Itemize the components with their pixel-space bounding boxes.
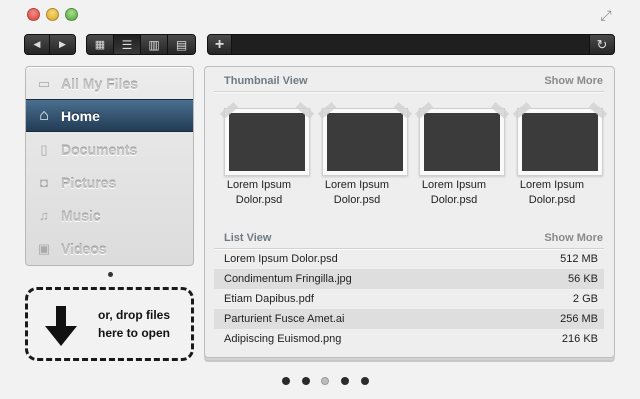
thumbnail-show-more-link[interactable]: Show More — [520, 75, 603, 87]
refresh-icon[interactable]: ↻ — [590, 35, 614, 54]
home-icon: ⌂ — [39, 106, 49, 124]
list-item[interactable]: Parturient Fusce Amet.ai 256 MB — [214, 309, 604, 329]
sidebar-item-music[interactable]: ♫ Music — [26, 199, 193, 232]
fullscreen-arrows-icon[interactable]: ⤢ — [598, 7, 614, 23]
document-icon: ▯ — [40, 141, 48, 157]
path-field[interactable] — [232, 35, 590, 54]
file-name: Adipiscing Euismod.png — [224, 333, 342, 345]
photo-placeholder — [327, 113, 403, 171]
photo-placeholder — [522, 113, 598, 171]
file-name: Condimentum Fringilla.jpg — [224, 273, 352, 285]
back-arrow-icon[interactable]: ◀ — [25, 35, 50, 54]
thumbnail-caption-line-2: Dolor.psd — [430, 194, 478, 206]
minimize-window-button[interactable] — [46, 8, 59, 21]
view-mode-switcher: ▦ ☰ ▥ ▤ — [86, 34, 196, 55]
drop-zone-text: or, drop files here to open — [88, 306, 180, 342]
list-view-icon[interactable]: ☰ — [114, 35, 141, 54]
file-size: 512 MB — [560, 253, 598, 265]
down-arrow-icon — [45, 306, 77, 346]
column-view-icon[interactable]: ▥ — [141, 35, 168, 54]
path-bar: + ↻ — [207, 34, 615, 55]
thumbnail-image[interactable] — [414, 102, 510, 176]
film-icon: ▣ — [37, 240, 51, 256]
forward-arrow-icon[interactable]: ▶ — [50, 35, 75, 54]
drop-zone-line-1: or, drop files — [97, 308, 170, 322]
sidebar-item-label: Music — [61, 207, 101, 224]
thumbnail-view-title: Thumbnail View — [224, 75, 308, 87]
list-item[interactable]: Condimentum Fringilla.jpg 56 KB — [214, 269, 604, 289]
page-dot-2[interactable] — [302, 377, 310, 385]
list-item[interactable]: Etiam Dapibus.pdf 2 GB — [214, 289, 604, 309]
thumbnail-caption-line-1: Lorem Ipsum — [519, 179, 585, 191]
file-name: Etiam Dapibus.pdf — [224, 293, 314, 305]
thumbnail-caption-line-2: Dolor.psd — [333, 194, 381, 206]
sidebar-item-label: All My Files — [61, 75, 139, 92]
list-view-title: List View — [224, 232, 272, 244]
zoom-window-button[interactable] — [65, 8, 78, 21]
thumbnail-image[interactable] — [512, 102, 608, 176]
thumbnail-caption: Lorem Ipsum Dolor.psd — [502, 178, 602, 208]
divider — [214, 91, 604, 92]
thumbnail-image[interactable] — [317, 102, 413, 176]
coverflow-view-icon[interactable]: ▤ — [168, 35, 195, 54]
file-name: Parturient Fusce Amet.ai — [224, 313, 345, 325]
add-icon[interactable]: + — [208, 35, 232, 54]
sidebar-item-all-my-files[interactable]: ▭ All My Files — [26, 67, 193, 100]
photo-placeholder — [424, 113, 500, 171]
sidebar-item-label: Videos — [61, 240, 107, 257]
photo-placeholder — [229, 113, 305, 171]
thumbnail-caption-line-2: Dolor.psd — [528, 194, 576, 206]
list-item[interactable]: Adipiscing Euismod.png 216 KB — [214, 329, 604, 349]
music-note-icon: ♫ — [39, 208, 49, 223]
list-show-more-link[interactable]: Show More — [520, 232, 603, 244]
sidebar-item-documents[interactable]: ▯ Documents — [26, 133, 193, 166]
thumbnail-caption-line-1: Lorem Ipsum — [226, 179, 292, 191]
navigation-buttons: ◀ ▶ — [24, 34, 76, 55]
sidebar-item-label: Pictures — [61, 174, 117, 191]
thumbnail-caption: Lorem Ipsum Dolor.psd — [307, 178, 407, 208]
sidebar-item-label: Documents — [61, 141, 138, 158]
sidebar-resize-handle[interactable] — [108, 272, 113, 277]
sidebar-item-videos[interactable]: ▣ Videos — [26, 232, 193, 265]
page-dot-1[interactable] — [282, 377, 290, 385]
sidebar-item-home[interactable]: ⌂ Home — [26, 99, 193, 132]
page-dot-3-current[interactable] — [321, 377, 329, 385]
sidebar: ▭ All My Files ⌂ Home ▯ Documents ◘ Pict… — [25, 66, 194, 266]
thumbnail-caption-line-1: Lorem Ipsum — [421, 179, 487, 191]
file-size: 256 MB — [560, 313, 598, 325]
file-size: 216 KB — [561, 333, 598, 345]
file-name: Lorem Ipsum Dolor.psd — [224, 253, 338, 265]
folder-icon: ▭ — [37, 75, 51, 91]
sidebar-item-label: Home — [61, 107, 100, 124]
thumbnail-caption-line-2: Dolor.psd — [235, 194, 283, 206]
close-window-button[interactable] — [27, 8, 40, 21]
list-item[interactable]: Lorem Ipsum Dolor.psd 512 MB — [214, 249, 604, 269]
file-size: 2 GB — [572, 293, 598, 305]
thumbnail-image[interactable] — [219, 102, 315, 176]
drop-zone-line-2: here to open — [97, 326, 170, 340]
camera-icon: ◘ — [40, 175, 48, 190]
thumbnail-caption: Lorem Ipsum Dolor.psd — [404, 178, 504, 208]
thumbnail-caption-line-1: Lorem Ipsum — [324, 179, 390, 191]
sidebar-item-pictures[interactable]: ◘ Pictures — [26, 166, 193, 199]
file-size: 56 KB — [568, 273, 598, 285]
page-dot-4[interactable] — [341, 377, 349, 385]
thumbnail-caption: Lorem Ipsum Dolor.psd — [209, 178, 309, 208]
grid-view-icon[interactable]: ▦ — [87, 35, 114, 54]
page-dot-5[interactable] — [361, 377, 369, 385]
